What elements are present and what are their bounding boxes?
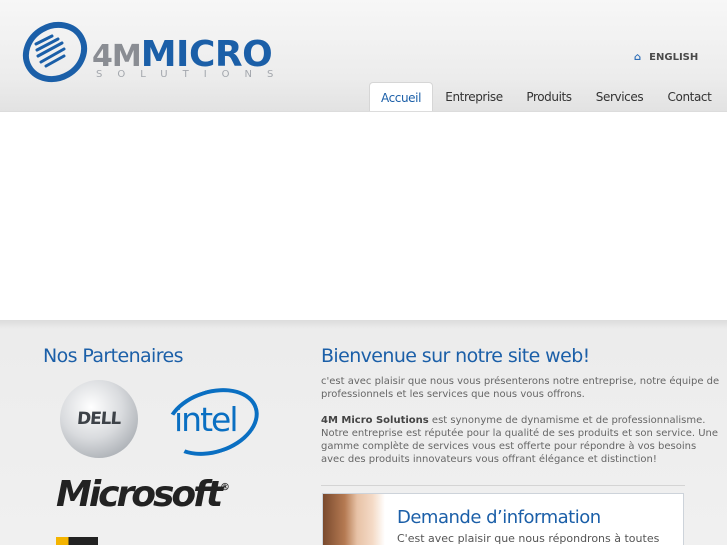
logo-subtitle: SOLUTIONS <box>96 69 289 80</box>
section-divider <box>321 485 685 486</box>
partner-logo-partial[interactable] <box>56 537 98 545</box>
microsoft-logo[interactable]: Microsoft® <box>56 474 230 515</box>
nav-accueil[interactable]: Accueil <box>369 82 433 112</box>
welcome-description: 4M Micro Solutions est synonyme de dynam… <box>321 415 719 465</box>
nav-contact[interactable]: Contact <box>656 82 723 112</box>
main-nav: Accueil Entreprise Produits Services Con… <box>369 82 723 112</box>
company-logo[interactable]: 4MMICRO SOLUTIONS <box>22 18 307 88</box>
nav-services[interactable]: Services <box>583 82 656 112</box>
language-link[interactable]: ENGLISH <box>649 52 698 63</box>
contact-person-photo <box>323 494 385 545</box>
logo-globe-icon <box>22 21 88 83</box>
intel-logo[interactable]: intel <box>156 376 268 468</box>
info-request-title[interactable]: Demande d’information <box>397 507 601 528</box>
info-request-text: C'est avec plaisir que nous répondrons à… <box>397 532 660 545</box>
dell-logo[interactable]: DELL <box>60 380 138 458</box>
welcome-intro-text: c'est avec plaisir que nous vous présent… <box>321 376 720 400</box>
info-request-box[interactable]: Demande d’information C'est avec plaisir… <box>322 493 684 545</box>
banner-area <box>0 112 727 320</box>
nav-produits[interactable]: Produits <box>515 82 583 112</box>
nav-entreprise[interactable]: Entreprise <box>433 82 515 112</box>
welcome-heading: Bienvenue sur notre site web! <box>321 345 590 367</box>
language-switch[interactable]: ⌂ ENGLISH <box>634 52 698 63</box>
partners-heading: Nos Partenaires <box>43 345 184 367</box>
home-icon[interactable]: ⌂ <box>634 52 641 63</box>
site-header: 4MMICRO SOLUTIONS ⌂ ENGLISH Accueil Entr… <box>0 0 727 112</box>
